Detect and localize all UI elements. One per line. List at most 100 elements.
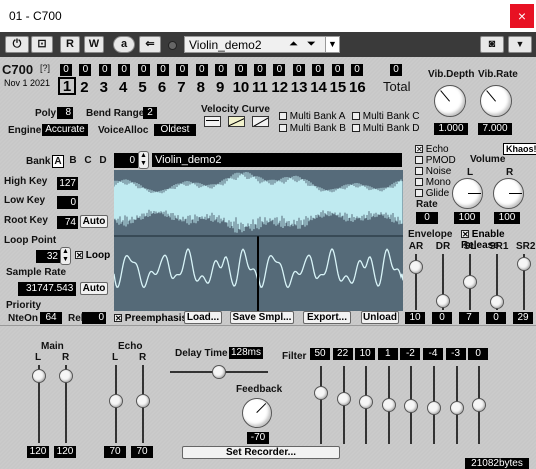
rootkey-value[interactable]: 74 (57, 216, 78, 229)
env-dr-value[interactable]: 0 (432, 312, 452, 324)
env-sr1-value[interactable]: 0 (486, 312, 506, 324)
loop-checkbox[interactable]: ✕ (75, 251, 83, 260)
filter-6-value[interactable]: -4 (423, 348, 443, 360)
preemphasis-checkbox[interactable]: ✕ (114, 314, 122, 323)
delay-time-thumb[interactable] (212, 365, 226, 379)
waveform-display[interactable] (114, 170, 403, 311)
preset-selector[interactable]: Violin_demo2 ⏶ ⏷ ▼ (184, 36, 340, 53)
lowkey-value[interactable]: 0 (57, 196, 78, 209)
bank-a-button[interactable]: A (52, 155, 64, 168)
sample-name-field[interactable]: Violin_demo2 (152, 153, 402, 167)
preset-up-icon[interactable]: ⏶ (289, 38, 298, 51)
part-5-button[interactable]: 5 (136, 79, 150, 96)
env-sr2-value[interactable]: 29 (513, 312, 533, 324)
part-11-button[interactable]: 11 (252, 79, 268, 96)
part-7-button[interactable]: 7 (174, 79, 188, 96)
flag-glide[interactable]: Glide (415, 188, 449, 199)
part-8-button[interactable]: 8 (194, 79, 208, 96)
flag-mono-checkbox[interactable] (415, 178, 423, 187)
filter-2-thumb[interactable] (336, 392, 351, 407)
multibank-b[interactable]: Multi Bank B (279, 123, 346, 134)
loop-toggle[interactable]: ✕ Loop (75, 250, 110, 261)
filter-1-value[interactable]: 50 (310, 348, 330, 360)
bank-c-button[interactable]: C (82, 155, 94, 166)
settings-dropdown-icon[interactable]: ▼ (508, 36, 532, 53)
bend-range-value[interactable]: 2 (143, 107, 157, 119)
program-number[interactable]: 0 (114, 153, 138, 168)
part-13-button[interactable]: 13 (291, 79, 308, 96)
multibank-d[interactable]: Multi Bank D (352, 123, 419, 134)
volume-l-value[interactable]: 100 (454, 212, 480, 224)
part-15-button[interactable]: 15 (330, 79, 347, 96)
vib-depth-knob[interactable] (434, 85, 466, 117)
part-2-button[interactable]: 2 (77, 79, 91, 96)
vib-depth-value[interactable]: 1.000 (434, 123, 468, 135)
bypass-button[interactable]: ⊡ (31, 36, 53, 53)
flag-pmod-checkbox[interactable] (415, 156, 423, 165)
filter-2-value[interactable]: 22 (332, 348, 353, 360)
part-12-button[interactable]: 12 (271, 79, 288, 96)
part-1-button[interactable]: 1 (58, 77, 76, 95)
filter-7-value[interactable]: -3 (445, 348, 466, 360)
vib-rate-value[interactable]: 7.000 (478, 123, 512, 135)
part-16-button[interactable]: 16 (349, 79, 366, 96)
env-sl-value[interactable]: 7 (459, 312, 479, 324)
flag-echo-checkbox[interactable]: ✕ (415, 145, 423, 154)
bank-b-button[interactable]: B (67, 155, 79, 166)
main-l-fader-thumb[interactable] (32, 368, 46, 383)
filter-1-thumb[interactable] (314, 385, 328, 400)
rootkey-auto-button[interactable]: Auto (80, 215, 108, 228)
samplerate-auto-button[interactable]: Auto (80, 282, 108, 295)
velocity-curve-icon[interactable] (228, 116, 245, 127)
multibank-c-checkbox[interactable] (352, 112, 360, 121)
env-sr2-thumb[interactable] (517, 256, 531, 271)
load-button[interactable]: Load... (184, 311, 222, 324)
preemphasis-toggle[interactable]: ✕ Preemphasis (114, 313, 187, 324)
flag-noise[interactable]: Noise (415, 166, 451, 177)
part-10-button[interactable]: 10 (233, 79, 250, 96)
part-3-button[interactable]: 3 (97, 79, 111, 96)
volume-r-knob[interactable] (493, 178, 524, 209)
filter-4-value[interactable]: 1 (377, 348, 398, 360)
part-9-button[interactable]: 9 (213, 79, 227, 96)
filter-7-thumb[interactable] (449, 400, 464, 415)
samplerate-value[interactable]: 31747.543 (18, 282, 76, 296)
bank-d-button[interactable]: D (97, 155, 109, 166)
program-stepper-icon[interactable]: ▲ ▼ (138, 151, 149, 169)
rate-value[interactable]: 0 (416, 212, 438, 224)
part-14-button[interactable]: 14 (310, 79, 327, 96)
looppoint-value[interactable]: 32 (36, 250, 60, 263)
velocity-flat-icon[interactable] (204, 116, 221, 127)
export-button[interactable]: Export... (303, 311, 351, 324)
filter-8-value[interactable]: 0 (468, 348, 489, 360)
main-r-value[interactable]: 120 (54, 446, 76, 458)
engine-select[interactable]: Accurate (42, 124, 88, 136)
velocity-linear-icon[interactable] (252, 116, 269, 127)
set-recorder-button[interactable]: Set Recorder... (182, 446, 340, 459)
flag-glide-checkbox[interactable] (415, 189, 423, 198)
multibank-b-checkbox[interactable] (279, 124, 287, 133)
preset-dropdown-icon[interactable]: ▼ (325, 37, 339, 52)
poly-value[interactable]: 8 (57, 107, 73, 119)
help-link[interactable]: [?] (40, 63, 50, 73)
echo-r-value[interactable]: 70 (131, 446, 153, 458)
volume-r-value[interactable]: 100 (494, 212, 520, 224)
env-ar-value[interactable]: 10 (405, 312, 425, 324)
filter-3-thumb[interactable] (359, 394, 374, 409)
multibank-d-checkbox[interactable] (352, 124, 360, 133)
looppoint-stepper-icon[interactable]: ▲ ▼ (60, 247, 71, 265)
flag-pmod[interactable]: PMOD (415, 155, 456, 166)
write-automation-button[interactable]: W (84, 36, 104, 53)
part-4-button[interactable]: 4 (116, 79, 130, 96)
nteon-value[interactable]: 64 (40, 312, 62, 324)
vib-rate-knob[interactable] (480, 85, 512, 117)
multibank-a-checkbox[interactable] (279, 112, 287, 121)
flag-echo[interactable]: ✕ Echo (415, 144, 449, 155)
previous-icon[interactable]: ⇐ (139, 36, 161, 53)
volume-l-knob[interactable] (452, 178, 483, 209)
voicealloc-select[interactable]: Oldest (154, 124, 196, 136)
feedback-knob[interactable] (242, 398, 272, 428)
filter-1-track[interactable] (320, 366, 322, 444)
close-button[interactable]: × (510, 4, 534, 28)
read-automation-button[interactable]: R (60, 36, 80, 53)
